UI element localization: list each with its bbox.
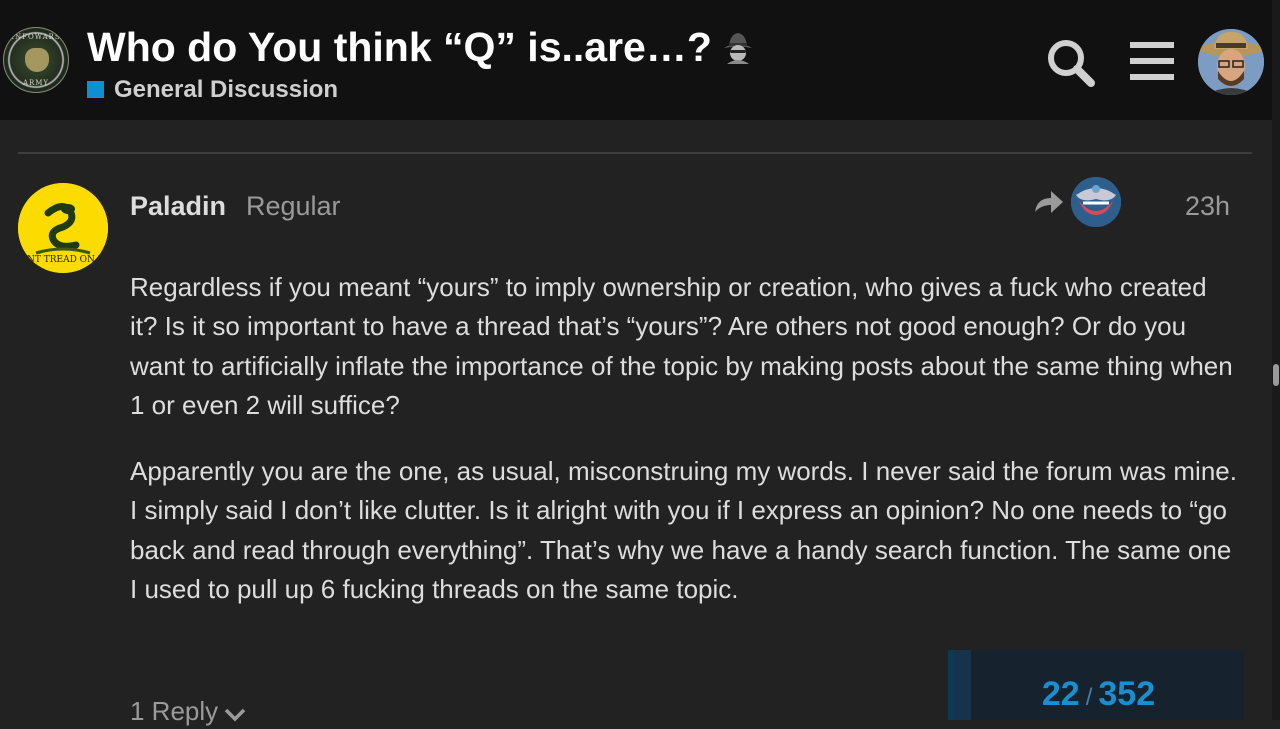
- post-divider: [18, 152, 1252, 154]
- category-color-square: [87, 81, 104, 98]
- post-username[interactable]: Paladin: [130, 189, 226, 223]
- avatar-motto-text: DONT TREAD ON ME: [18, 255, 108, 265]
- search-icon: [1048, 40, 1095, 87]
- reply-to-avatar-image: [1071, 177, 1121, 227]
- page-scrollbar[interactable]: [1272, 0, 1280, 720]
- progress-separator: /: [1085, 684, 1093, 711]
- logo-text-bottom: ARMY: [22, 79, 50, 87]
- category-badge[interactable]: General Discussion: [87, 76, 338, 104]
- replies-label: 1 Reply: [130, 696, 219, 726]
- hamburger-menu-icon: [1130, 42, 1174, 80]
- current-user-avatar[interactable]: [1198, 29, 1264, 95]
- site-header: INFOWARS ARMY Who do You think “Q” is..a…: [0, 0, 1272, 120]
- hamburger-menu-button[interactable]: [1124, 35, 1180, 91]
- topic-title-text: Who do You think “Q” is..are…?: [87, 24, 712, 70]
- progress-total: 352: [1098, 675, 1156, 713]
- search-button[interactable]: [1043, 35, 1099, 91]
- progress-counter: 22/352: [953, 674, 1244, 718]
- reply-arrow-icon: [1035, 191, 1063, 213]
- progress-current: 22: [1041, 675, 1080, 713]
- gadsden-flag-avatar: DONT TREAD ON ME: [18, 183, 108, 273]
- category-label: General Discussion: [114, 76, 339, 103]
- site-logo[interactable]: INFOWARS ARMY: [3, 27, 69, 93]
- logo-text-top: INFOWARS: [11, 33, 61, 41]
- post-paragraph: Regardless if you meant “yours” to imply…: [130, 272, 1233, 420]
- scrollbar-thumb[interactable]: [1273, 364, 1279, 386]
- detective-emoji-icon: [723, 33, 752, 65]
- post-paragraph: Apparently you are the one, as usual, mi…: [130, 456, 1237, 605]
- reply-to-user-avatar: [1071, 177, 1121, 227]
- topic-title[interactable]: Who do You think “Q” is..are…?: [87, 22, 756, 72]
- post-date[interactable]: 23h: [1170, 189, 1230, 223]
- show-replies-button[interactable]: 1 Reply: [130, 693, 246, 729]
- chevron-down-icon: [224, 708, 246, 722]
- post-author-avatar[interactable]: DONT TREAD ON ME: [18, 183, 108, 273]
- post-user-title: Regular: [246, 191, 341, 221]
- eagle-icon: [25, 48, 49, 72]
- post-body: Regardless if you meant “yours” to imply…: [130, 268, 1240, 636]
- reply-to-button[interactable]: [1033, 177, 1125, 231]
- topic-progress[interactable]: 22/352: [948, 650, 1244, 720]
- user-avatar-image: [1198, 29, 1264, 95]
